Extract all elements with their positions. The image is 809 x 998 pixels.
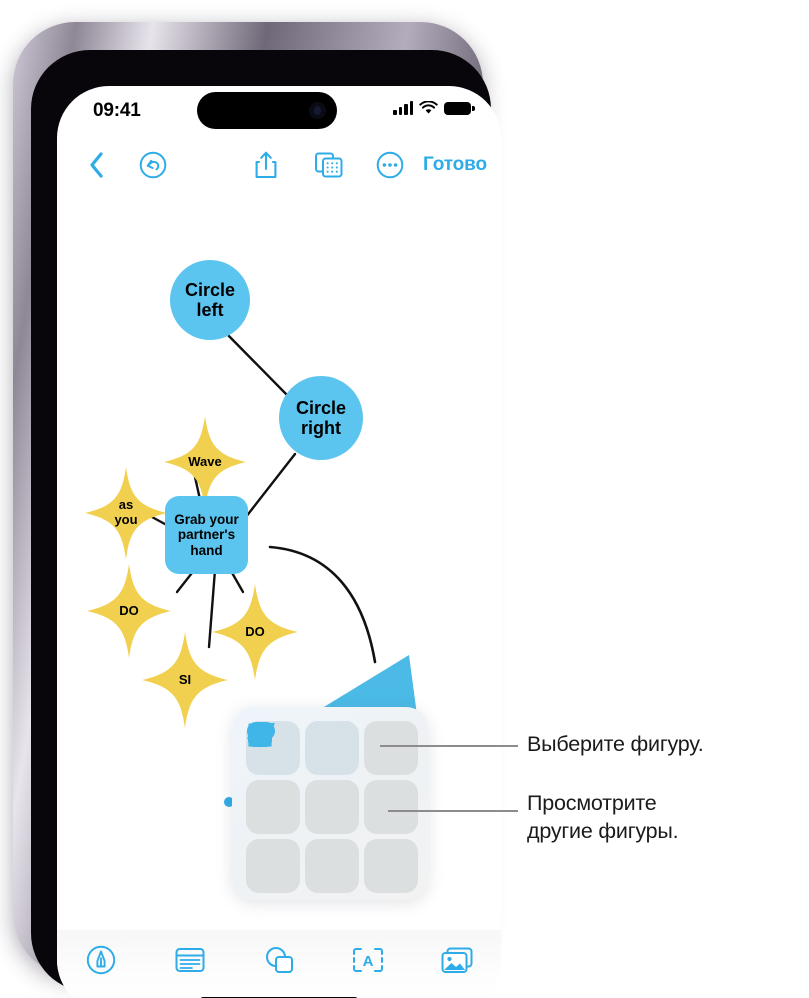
text-box-icon — [175, 948, 205, 972]
more-button[interactable] — [369, 138, 411, 192]
node-circle-left[interactable] — [170, 260, 250, 340]
shapes-icon — [265, 947, 293, 973]
node-wave[interactable] — [164, 416, 246, 508]
node-as-you[interactable] — [85, 467, 167, 559]
screenshot-root: 09:41 Готово Circle left Circle right Wa… — [0, 0, 809, 998]
status-bar: 09:41 — [57, 86, 501, 138]
status-time: 09:41 — [93, 100, 141, 121]
phone-bezel: 09:41 Готово Circle left Circle right Wa… — [31, 50, 501, 998]
share-button[interactable] — [245, 138, 287, 192]
parallelogram-shape-button[interactable] — [247, 723, 359, 893]
shape-tool-button[interactable] — [235, 946, 324, 996]
pages-icon — [315, 152, 343, 178]
photos-icon — [441, 947, 473, 973]
draw-tool-button[interactable] — [57, 945, 146, 997]
more-circle-icon — [376, 151, 404, 179]
text-tool-button[interactable] — [146, 947, 235, 995]
callout-leader-line-2 — [388, 810, 518, 812]
top-toolbar: Готово — [57, 138, 501, 192]
front-camera-icon — [309, 102, 326, 119]
circle-shape-button[interactable] — [248, 721, 359, 775]
shape-picker-panel[interactable] — [232, 707, 428, 900]
wifi-icon — [419, 101, 438, 114]
pentagon-shape-button[interactable] — [246, 723, 300, 834]
chevron-left-icon — [89, 152, 103, 178]
undo-button[interactable] — [132, 138, 174, 192]
mindmap-canvas[interactable]: Circle left Circle right Wave as you Gra… — [57, 192, 501, 962]
media-tool-button[interactable] — [412, 947, 501, 996]
diamond-shape-button[interactable] — [247, 722, 418, 834]
bottom-toolbar: A — [57, 930, 501, 998]
back-button[interactable] — [79, 138, 113, 192]
phone-frame: 09:41 Готово Circle left Circle right Wa… — [13, 22, 501, 998]
callout-leader-line-1 — [380, 745, 518, 747]
dynamic-island — [197, 92, 337, 129]
share-icon — [255, 151, 277, 179]
ellipsis-icon — [248, 723, 272, 729]
callout-choose-shape: Выберите фигуру. — [527, 732, 704, 756]
svg-text:A: A — [362, 953, 373, 970]
node-grab-hand[interactable] — [165, 496, 248, 574]
label-tool-button[interactable]: A — [323, 947, 412, 995]
cellular-signal-icon — [393, 101, 413, 115]
battery-icon — [444, 102, 475, 115]
triangle-shape-button[interactable] — [248, 721, 418, 775]
status-indicators — [393, 101, 475, 115]
letter-a-icon: A — [352, 948, 383, 972]
square-shape-button[interactable] — [248, 723, 359, 834]
capsule-shape-button[interactable] — [246, 722, 300, 893]
more-shapes-button[interactable] — [248, 723, 418, 893]
undo-icon — [139, 151, 167, 179]
node-si[interactable] — [142, 632, 228, 728]
done-button[interactable]: Готово — [417, 138, 493, 192]
node-circle-right[interactable] — [279, 376, 363, 460]
pen-circle-icon — [87, 945, 116, 975]
pages-button[interactable] — [307, 138, 351, 192]
phone-screen: 09:41 Готово Circle left Circle right Wa… — [57, 86, 501, 998]
callout-more-shapes: Просмотрите другие фигуры. — [527, 791, 679, 843]
